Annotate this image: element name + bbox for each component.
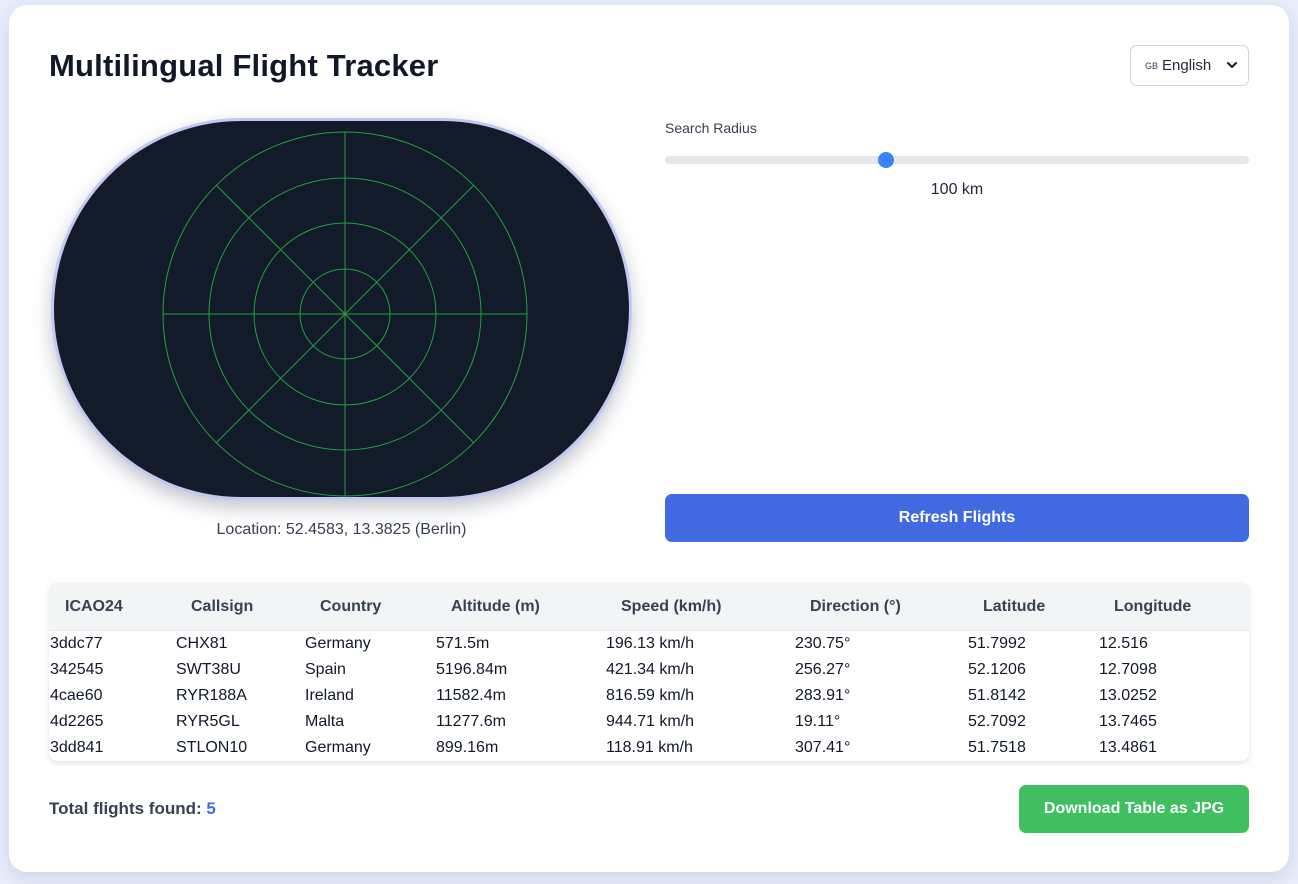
- cell-icao24: 3dd841: [50, 739, 104, 756]
- column-header-icao24[interactable]: ICAO24: [65, 598, 123, 616]
- cell-direction: 256.27°: [795, 661, 851, 678]
- flights-table: ICAO24 Callsign Country Altitude (m) Spe…: [49, 583, 1249, 761]
- total-flights-count: 5: [206, 799, 216, 818]
- cell-latitude: 51.7992: [968, 635, 1026, 652]
- total-flights: Total flights found: 5: [49, 799, 216, 819]
- search-radius-slider[interactable]: [665, 152, 1249, 168]
- cell-country: Germany: [305, 739, 371, 756]
- cell-callsign: SWT38U: [176, 661, 241, 678]
- cell-callsign: STLON10: [176, 739, 248, 756]
- flag-gb-icon: GB: [1145, 60, 1159, 71]
- cell-speed: 421.34 km/h: [606, 661, 695, 678]
- cell-altitude: 5196.84m: [436, 661, 508, 678]
- column-header-country[interactable]: Country: [320, 598, 381, 616]
- cell-latitude: 51.8142: [968, 687, 1026, 704]
- cell-country: Malta: [305, 713, 345, 730]
- column-header-latitude[interactable]: Latitude: [983, 598, 1045, 616]
- cell-callsign: CHX81: [176, 635, 228, 652]
- search-radius-label: Search Radius: [665, 120, 757, 136]
- language-select[interactable]: GB English: [1130, 45, 1249, 86]
- refresh-flights-button[interactable]: Refresh Flights: [665, 494, 1249, 542]
- total-flights-label: Total flights found:: [49, 799, 202, 818]
- cell-longitude: 12.516: [1099, 635, 1148, 652]
- table-row: 342545 SWT38U Spain 5196.84m 421.34 km/h…: [49, 658, 1249, 684]
- table-header: ICAO24 Callsign Country Altitude (m) Spe…: [49, 583, 1249, 631]
- column-header-direction[interactable]: Direction (°): [810, 598, 901, 616]
- column-header-callsign[interactable]: Callsign: [191, 598, 253, 616]
- cell-latitude: 51.7518: [968, 739, 1026, 756]
- cell-speed: 816.59 km/h: [606, 687, 695, 704]
- cell-speed: 118.91 km/h: [606, 739, 693, 756]
- column-header-altitude[interactable]: Altitude (m): [451, 598, 540, 616]
- cell-altitude: 11582.4m: [436, 687, 506, 704]
- cell-longitude: 13.7465: [1099, 713, 1157, 730]
- cell-direction: 283.91°: [795, 687, 851, 704]
- cell-altitude: 571.5m: [436, 635, 490, 652]
- cell-speed: 944.71 km/h: [606, 713, 695, 730]
- table-row: 4cae60 RYR188A Ireland 11582.4m 816.59 k…: [49, 684, 1249, 710]
- language-selected-label: English: [1162, 57, 1212, 74]
- cell-longitude: 13.4861: [1099, 739, 1157, 756]
- cell-icao24: 4cae60: [50, 687, 103, 704]
- radar-grid: [162, 131, 528, 497]
- cell-direction: 230.75°: [795, 635, 851, 652]
- cell-longitude: 13.0252: [1099, 687, 1157, 704]
- cell-speed: 196.13 km/h: [606, 635, 695, 652]
- cell-icao24: 342545: [50, 661, 104, 678]
- column-header-longitude[interactable]: Longitude: [1114, 598, 1191, 616]
- cell-icao24: 3ddc77: [50, 635, 103, 652]
- cell-country: Ireland: [305, 687, 354, 704]
- slider-thumb[interactable]: [877, 152, 894, 168]
- table-row: 3ddc77 CHX81 Germany 571.5m 196.13 km/h …: [49, 632, 1249, 658]
- table-row: 4d2265 RYR5GL Malta 11277.6m 944.71 km/h…: [49, 710, 1249, 736]
- cell-direction: 307.41°: [795, 739, 851, 756]
- cell-country: Germany: [305, 635, 371, 652]
- cell-latitude: 52.7092: [968, 713, 1026, 730]
- page-title: Multilingual Flight Tracker: [49, 48, 439, 83]
- download-table-button[interactable]: Download Table as JPG: [1019, 785, 1249, 833]
- column-header-speed[interactable]: Speed (km/h): [621, 598, 721, 616]
- cell-longitude: 12.7098: [1099, 661, 1157, 678]
- cell-icao24: 4d2265: [50, 713, 104, 730]
- location-text: Location: 52.4583, 13.3825 (Berlin): [216, 521, 467, 538]
- cell-altitude: 899.16m: [436, 739, 499, 756]
- cell-direction: 19.11°: [795, 713, 841, 730]
- cell-callsign: RYR188A: [176, 687, 247, 704]
- cell-callsign: RYR5GL: [176, 713, 240, 730]
- cell-latitude: 52.1206: [968, 661, 1026, 678]
- radar-display: [51, 118, 632, 500]
- table-row: 3dd841 STLON10 Germany 899.16m 118.91 km…: [49, 736, 1249, 761]
- cell-country: Spain: [305, 661, 346, 678]
- cell-altitude: 11277.6m: [436, 713, 506, 730]
- search-radius-value: 100 km: [930, 181, 984, 198]
- chevron-down-icon: [1227, 62, 1237, 68]
